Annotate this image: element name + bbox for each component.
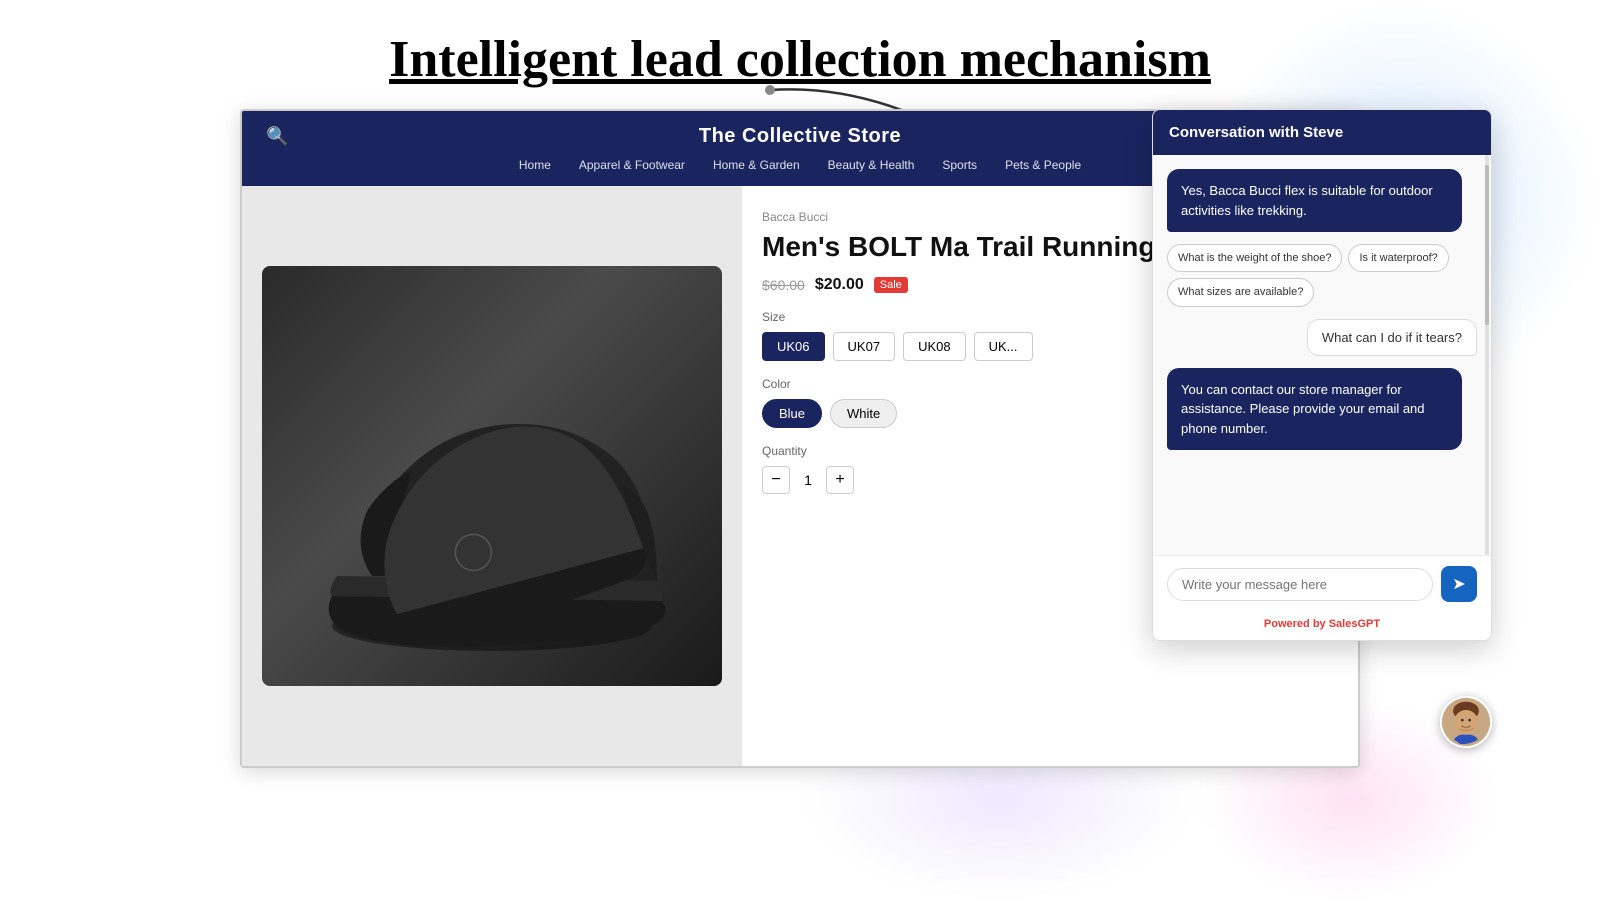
- size-btn-uk08[interactable]: UK08: [903, 332, 966, 361]
- price-new: $20.00: [815, 276, 864, 294]
- size-btn-uk-more[interactable]: UK...: [974, 332, 1033, 361]
- chat-send-button[interactable]: ➤: [1441, 566, 1477, 602]
- suggestion-weight[interactable]: What is the weight of the shoe?: [1167, 244, 1342, 272]
- suggestion-sizes[interactable]: What sizes are available?: [1167, 278, 1314, 306]
- chat-input-row: ➤: [1153, 555, 1491, 612]
- color-btn-blue[interactable]: Blue: [762, 399, 822, 428]
- page-title-section: Intelligent lead collection mechanism: [0, 0, 1600, 109]
- avatar-image: [1442, 698, 1490, 746]
- nav-sports[interactable]: Sports: [942, 158, 977, 172]
- price-old: $60.00: [762, 277, 805, 293]
- chat-body: Yes, Bacca Bucci flex is suitable for ou…: [1153, 155, 1491, 555]
- avatar-svg: [1442, 696, 1490, 748]
- search-icon[interactable]: 🔍: [266, 126, 288, 147]
- size-btn-uk07[interactable]: UK07: [833, 332, 896, 361]
- shoe-svg: [282, 286, 702, 666]
- chat-bubble-user-1: What can I do if it tears?: [1307, 319, 1477, 356]
- chat-bubble-bot-2: You can contact our store manager for as…: [1167, 368, 1462, 451]
- suggestion-waterproof[interactable]: Is it waterproof?: [1348, 244, 1448, 272]
- product-image-section: [242, 186, 742, 766]
- nav-beauty[interactable]: Beauty & Health: [828, 158, 915, 172]
- page-title: Intelligent lead collection mechanism: [0, 30, 1600, 89]
- chat-header: Conversation with Steve: [1153, 110, 1491, 155]
- qty-increase-button[interactable]: +: [826, 466, 854, 494]
- size-btn-uk06[interactable]: UK06: [762, 332, 825, 361]
- chat-scrollbar[interactable]: [1485, 155, 1489, 555]
- chat-header-title: Conversation with Steve: [1169, 124, 1343, 141]
- qty-decrease-button[interactable]: −: [762, 466, 790, 494]
- nav-home-garden[interactable]: Home & Garden: [713, 158, 800, 172]
- send-icon: ➤: [1452, 574, 1465, 594]
- nav-home[interactable]: Home: [519, 158, 551, 172]
- shoe-image: [262, 266, 722, 686]
- store-name: The Collective Store: [699, 125, 901, 148]
- nav-apparel[interactable]: Apparel & Footwear: [579, 158, 685, 172]
- nav-pets[interactable]: Pets & People: [1005, 158, 1081, 172]
- chat-bubble-bot-1: Yes, Bacca Bucci flex is suitable for ou…: [1167, 169, 1462, 232]
- qty-value: 1: [798, 472, 818, 488]
- chat-brand: SalesGPT: [1329, 618, 1380, 630]
- chat-avatar-button[interactable]: [1440, 696, 1492, 748]
- color-btn-white[interactable]: White: [830, 399, 897, 428]
- chat-input[interactable]: [1167, 568, 1433, 601]
- sale-badge: Sale: [874, 277, 908, 293]
- chat-footer: Powered by SalesGPT: [1153, 612, 1491, 640]
- main-content: 🔍 The Collective Store Home Apparel & Fo…: [0, 109, 1600, 768]
- chat-suggestions: What is the weight of the shoe? Is it wa…: [1167, 244, 1477, 307]
- chat-widget: Conversation with Steve Yes, Bacca Bucci…: [1152, 109, 1492, 641]
